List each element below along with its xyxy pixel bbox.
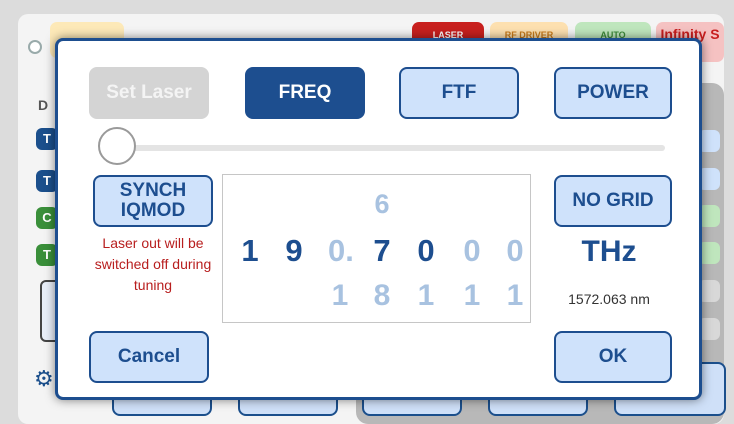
cancel-button[interactable]: Cancel — [89, 331, 209, 383]
frequency-picker[interactable]: 1 9 0. 7 0 0 0 6 1 8 1 1 1 — [222, 174, 531, 323]
picker-digit[interactable]: 0. — [328, 233, 354, 269]
picker-digit[interactable]: 1 — [238, 233, 262, 269]
synch-iqmod-button[interactable]: SYNCH IQMOD — [93, 175, 213, 227]
set-laser-dialog: Set Laser FREQ FTF POWER SYNCH IQMOD Las… — [55, 38, 702, 400]
picker-digit[interactable]: 0 — [503, 233, 527, 269]
status-radio-icon — [28, 40, 42, 54]
tuning-warning-text: Laser out will be switched off during tu… — [94, 235, 212, 293]
tab-freq[interactable]: FREQ — [245, 67, 365, 119]
tab-power[interactable]: POWER — [554, 67, 672, 119]
picker-digit-below: 1 — [463, 279, 481, 312]
picker-digit[interactable]: 7 — [370, 233, 394, 269]
set-laser-button: Set Laser — [89, 67, 209, 119]
wavelength-readout: 1572.063 nm — [568, 291, 650, 307]
tab-ftf[interactable]: FTF — [399, 67, 519, 119]
picker-digit-below: 1 — [506, 279, 524, 312]
picker-digit[interactable]: 0 — [414, 233, 438, 269]
tuning-slider-thumb[interactable] — [98, 127, 136, 165]
no-grid-button[interactable]: NO GRID — [554, 175, 672, 227]
picker-digit-below: 8 — [373, 279, 391, 312]
picker-digit[interactable]: 9 — [282, 233, 306, 269]
ok-button[interactable]: OK — [554, 331, 672, 383]
bg-section-label: D — [38, 97, 49, 113]
picker-digit[interactable]: 0 — [460, 233, 484, 269]
picker-digit-below: 1 — [331, 279, 349, 312]
tuning-slider-track[interactable] — [120, 145, 665, 151]
picker-digit-above: 6 — [374, 189, 390, 219]
picker-digit-below: 1 — [417, 279, 435, 312]
gear-icon: ⚙ — [34, 366, 54, 391]
unit-label: THz — [581, 235, 637, 268]
